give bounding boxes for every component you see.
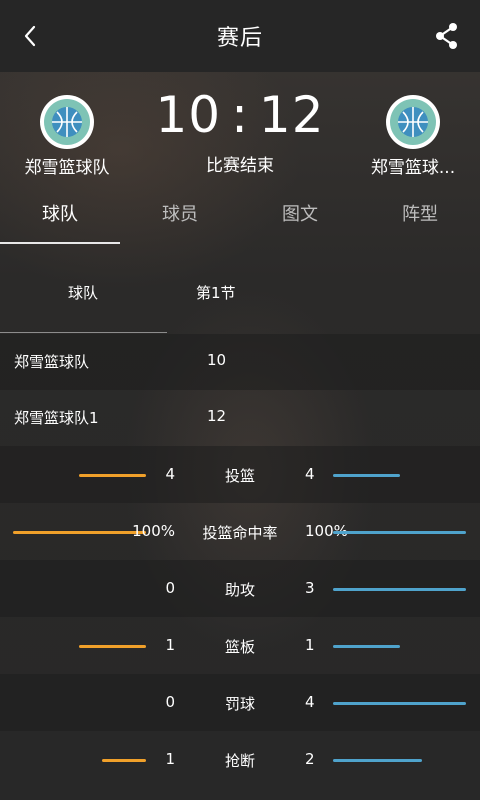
away-team-logo bbox=[386, 95, 440, 149]
home-stat-value: 0 bbox=[165, 579, 175, 597]
tab-lineup[interactable]: 阵型 bbox=[360, 188, 480, 244]
home-stat-value: 100% bbox=[132, 522, 175, 540]
away-stat-bar bbox=[333, 531, 466, 534]
quarter-table-header: 球队 第1节 bbox=[0, 258, 480, 333]
share-icon bbox=[436, 23, 457, 49]
away-stat-value: 4 bbox=[305, 693, 315, 711]
quarter-row: 郑雪篮球队1 12 bbox=[0, 390, 480, 446]
tab-players[interactable]: 球员 bbox=[120, 188, 240, 244]
stat-row-steals: 1 抢断 2 bbox=[0, 731, 480, 788]
stat-row-shots: 4 投篮 4 bbox=[0, 446, 480, 503]
away-stat-value: 3 bbox=[305, 579, 315, 597]
away-stat-bar bbox=[333, 474, 400, 477]
share-button[interactable] bbox=[434, 22, 460, 50]
away-score: 12 bbox=[258, 86, 325, 144]
stat-row-fg-pct: 100% 投篮命中率 100% bbox=[0, 503, 480, 560]
team-column-header: 球队 bbox=[68, 284, 99, 302]
stat-row-rebounds: 1 篮板 1 bbox=[0, 617, 480, 674]
home-stat-value: 4 bbox=[165, 465, 175, 483]
stat-row-free-throws: 0 罚球 4 bbox=[0, 674, 480, 731]
home-stat-bar bbox=[79, 645, 146, 648]
quarter-team-name: 郑雪篮球队1 bbox=[14, 409, 99, 427]
away-stat-value: 2 bbox=[305, 750, 315, 768]
home-stat-bar bbox=[102, 759, 146, 762]
quarter-score: 10 bbox=[207, 351, 227, 369]
period-column-header: 第1节 bbox=[196, 284, 236, 302]
tab-bar: 球队 球员 图文 阵型 bbox=[0, 188, 480, 244]
home-stat-value: 1 bbox=[165, 636, 175, 654]
stat-row-assists: 0 助攻 3 bbox=[0, 560, 480, 617]
score-display: 10:12 bbox=[140, 86, 340, 144]
home-team-logo bbox=[40, 95, 94, 149]
quarter-score: 12 bbox=[207, 407, 227, 425]
away-stat-bar bbox=[333, 645, 400, 648]
match-status: 比赛结束 bbox=[206, 156, 274, 176]
home-stat-bar bbox=[79, 474, 146, 477]
away-stat-value: 1 bbox=[305, 636, 315, 654]
tab-live-text[interactable]: 图文 bbox=[240, 188, 360, 244]
stat-label: 篮板 bbox=[224, 638, 255, 656]
away-stat-bar bbox=[333, 759, 422, 762]
away-stat-value: 4 bbox=[305, 465, 315, 483]
home-stat-bar bbox=[13, 531, 146, 534]
page-title: 赛后 bbox=[216, 26, 263, 51]
away-stat-bar bbox=[333, 588, 466, 591]
quarter-team-name: 郑雪篮球队 bbox=[14, 353, 90, 371]
stat-label: 抢断 bbox=[224, 752, 255, 770]
home-stat-value: 0 bbox=[165, 693, 175, 711]
stat-label: 罚球 bbox=[224, 695, 255, 713]
away-team-name: 郑雪篮球... bbox=[370, 158, 456, 178]
tab-team[interactable]: 球队 bbox=[0, 188, 120, 244]
stat-label: 助攻 bbox=[224, 581, 255, 599]
home-team-name: 郑雪篮球队 bbox=[24, 158, 110, 178]
quarter-row: 郑雪篮球队 10 bbox=[0, 334, 480, 390]
home-stat-value: 1 bbox=[165, 750, 175, 768]
stat-label: 投篮命中率 bbox=[202, 524, 278, 542]
score-separator: : bbox=[231, 86, 249, 144]
header-divider bbox=[0, 332, 167, 333]
home-score: 10 bbox=[155, 86, 222, 144]
top-bar: 赛后 bbox=[0, 0, 480, 72]
away-stat-bar bbox=[333, 702, 466, 705]
stat-label: 投篮 bbox=[224, 467, 255, 485]
